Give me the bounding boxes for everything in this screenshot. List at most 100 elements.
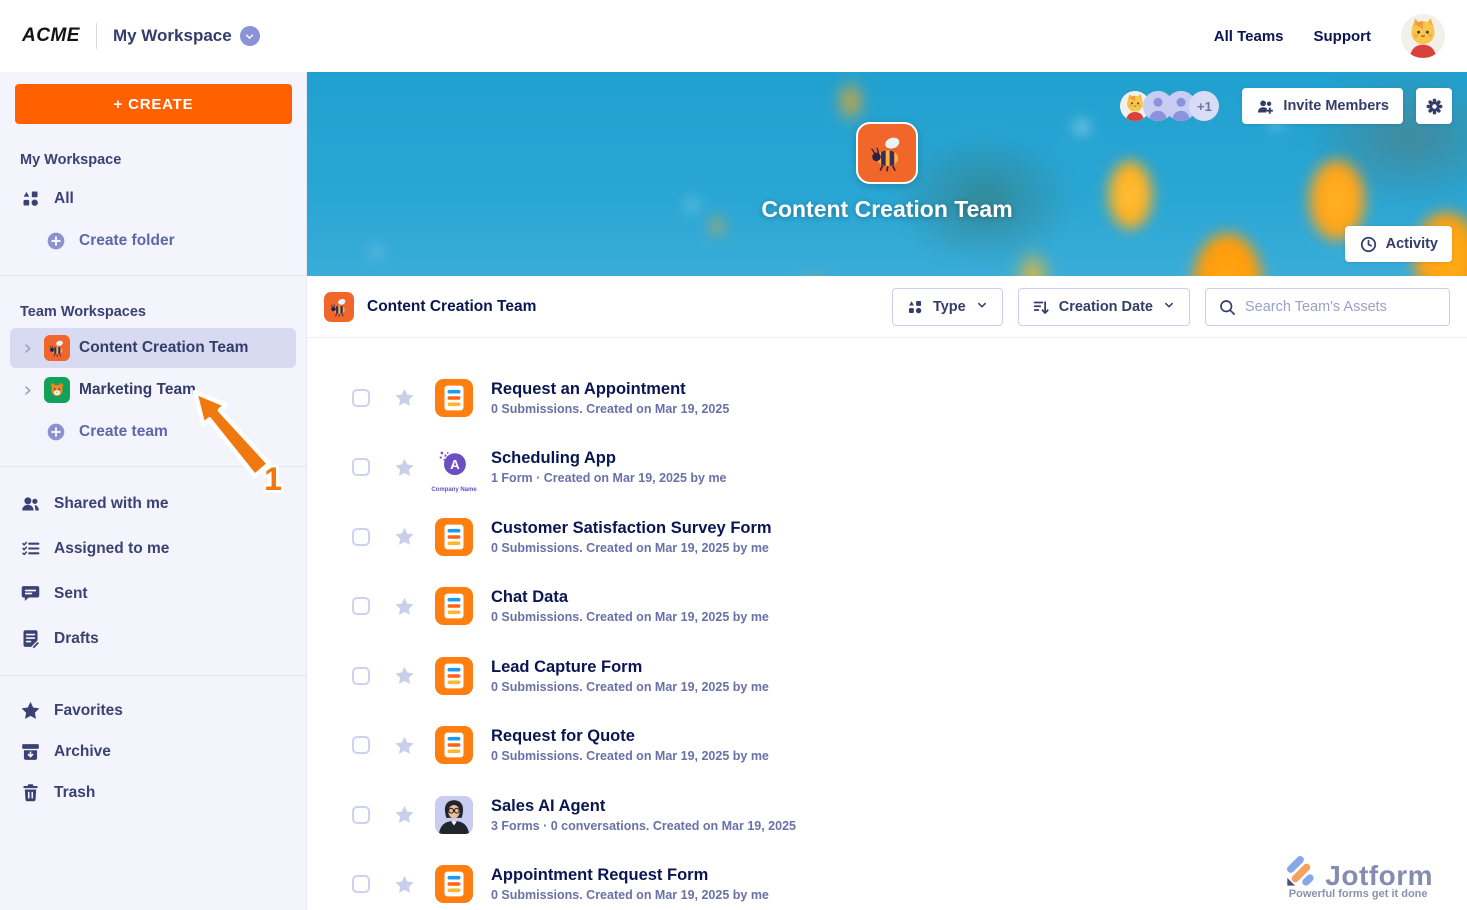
team-label: Content Creation Team xyxy=(79,339,249,356)
asset-title[interactable]: Lead Capture Form xyxy=(491,658,642,676)
sidebar-item-label: All xyxy=(54,189,74,207)
team-settings-button[interactable] xyxy=(1416,88,1452,124)
sidebar-item-trash[interactable]: Trash xyxy=(0,772,306,813)
asset-title[interactable]: Scheduling App xyxy=(491,449,616,467)
assets-list: Request an Appointment 0 Submissions. Cr… xyxy=(307,338,1467,910)
user-avatar[interactable] xyxy=(1401,14,1445,58)
sidebar-item-archive[interactable]: Archive xyxy=(0,731,306,772)
team-breadcrumb[interactable]: Content Creation Team xyxy=(324,291,536,322)
team-title: Content Creation Team xyxy=(761,196,1013,222)
sidebar-item-label: Assigned to me xyxy=(54,539,170,557)
row-checkbox[interactable] xyxy=(352,527,370,546)
asset-subtitle: 1 Form · Created on Mar 19, 2025 by me xyxy=(491,471,727,486)
list-item[interactable]: Chat Data 0 Submissions. Created on Mar … xyxy=(307,572,1467,642)
sidebar-item-all[interactable]: All xyxy=(0,176,306,221)
chevron-right-icon[interactable] xyxy=(20,383,35,398)
create-team-button[interactable]: Create team xyxy=(0,412,306,452)
sidebar-divider xyxy=(0,275,306,276)
archive-box-icon xyxy=(20,741,41,762)
create-folder-button[interactable]: Create folder xyxy=(0,221,306,261)
list-item[interactable]: Company Name Scheduling App 1 Form · Cre… xyxy=(307,433,1467,503)
activity-button[interactable]: Activity xyxy=(1344,226,1452,262)
form-icon xyxy=(435,657,473,695)
create-team-label: Create team xyxy=(79,423,168,440)
bee-team-icon xyxy=(44,335,70,361)
chevron-down-icon xyxy=(1162,298,1176,316)
form-icon xyxy=(435,379,473,417)
sidebar-item-favorites[interactable]: Favorites xyxy=(0,690,306,731)
member-avatars: +1 xyxy=(1120,91,1220,121)
extra-members-badge[interactable]: +1 xyxy=(1189,91,1220,121)
nav-support[interactable]: Support xyxy=(1314,28,1372,45)
asset-title[interactable]: Appointment Request Form xyxy=(491,866,708,884)
sidebar-divider xyxy=(0,675,306,676)
favorite-star-icon[interactable] xyxy=(394,526,415,547)
type-filter-label: Type xyxy=(932,298,966,315)
sidebar-item-assigned-to-me[interactable]: Assigned to me xyxy=(0,526,306,571)
sidebar-item-drafts[interactable]: Drafts xyxy=(0,616,306,661)
star-icon xyxy=(20,700,41,721)
asset-title[interactable]: Sales AI Agent xyxy=(491,797,605,815)
row-checkbox[interactable] xyxy=(352,597,370,616)
search-input[interactable] xyxy=(1245,298,1437,315)
trash-icon xyxy=(20,782,41,803)
people-icon xyxy=(20,493,41,514)
workspace-switcher[interactable]: My Workspace xyxy=(113,26,260,46)
favorite-star-icon[interactable] xyxy=(394,804,415,825)
team-avatar xyxy=(856,122,918,184)
sort-icon xyxy=(1032,298,1050,316)
activity-label: Activity xyxy=(1385,236,1438,252)
asset-title[interactable]: Customer Satisfaction Survey Form xyxy=(491,519,772,537)
workspace-switcher-label: My Workspace xyxy=(112,26,232,45)
assets-toolbar: Content Creation Team Type Creation Date xyxy=(307,276,1467,338)
create-button[interactable]: + CREATE xyxy=(15,84,292,124)
form-icon xyxy=(435,518,473,556)
favorite-star-icon[interactable] xyxy=(394,596,415,617)
bee-icon xyxy=(866,132,908,174)
sort-filter-button[interactable]: Creation Date xyxy=(1017,287,1190,326)
gear-icon xyxy=(1425,97,1444,116)
sidebar-item-label: Shared with me xyxy=(54,494,169,512)
favorite-star-icon[interactable] xyxy=(394,735,415,756)
type-filter-button[interactable]: Type xyxy=(891,287,1003,326)
list-item[interactable]: Request an Appointment 0 Submissions. Cr… xyxy=(307,363,1467,433)
chevron-right-icon[interactable] xyxy=(20,341,35,356)
list-item[interactable]: Lead Capture Form 0 Submissions. Created… xyxy=(307,641,1467,711)
favorite-star-icon[interactable] xyxy=(394,387,415,408)
sidebar-item-label: Drafts xyxy=(54,629,99,647)
row-checkbox[interactable] xyxy=(352,388,370,407)
nav-all-teams[interactable]: All Teams xyxy=(1214,28,1284,45)
row-checkbox[interactable] xyxy=(352,666,370,685)
jotform-logo-icon xyxy=(1283,852,1321,890)
favorite-star-icon[interactable] xyxy=(394,874,415,895)
invite-members-button[interactable]: Invite Members xyxy=(1242,88,1403,124)
asset-title[interactable]: Request for Quote xyxy=(491,727,635,745)
top-bar: ACME My Workspace All Teams Support xyxy=(0,0,1467,72)
app-icon: Company Name xyxy=(431,448,477,493)
grid-icon xyxy=(906,298,924,316)
row-checkbox[interactable] xyxy=(352,458,370,477)
asset-subtitle: 0 Submissions. Created on Mar 19, 2025 xyxy=(491,401,730,416)
sidebar-item-content-creation-team[interactable]: Content Creation Team xyxy=(10,328,296,368)
tiger-team-icon xyxy=(44,377,70,403)
asset-title[interactable]: Request an Appointment xyxy=(491,380,686,398)
asset-subtitle: 0 Submissions. Created on Mar 19, 2025 b… xyxy=(491,679,769,694)
asset-subtitle: 0 Submissions. Created on Mar 19, 2025 b… xyxy=(491,888,769,903)
form-icon xyxy=(435,726,473,764)
asset-title[interactable]: Chat Data xyxy=(491,588,568,606)
favorite-star-icon[interactable] xyxy=(394,665,415,686)
sidebar-item-shared-with-me[interactable]: Shared with me xyxy=(0,481,306,526)
favorite-star-icon[interactable] xyxy=(394,457,415,478)
list-item[interactable]: Sales AI Agent 3 Forms · 0 conversations… xyxy=(307,780,1467,850)
row-checkbox[interactable] xyxy=(352,875,370,894)
list-item[interactable]: Request for Quote 0 Submissions. Created… xyxy=(307,711,1467,781)
sidebar-item-marketing-team[interactable]: Marketing Team xyxy=(10,370,296,410)
list-item[interactable]: Customer Satisfaction Survey Form 0 Subm… xyxy=(307,502,1467,572)
row-checkbox[interactable] xyxy=(352,736,370,755)
sidebar-divider xyxy=(0,466,306,467)
row-checkbox[interactable] xyxy=(352,805,370,824)
asset-subtitle: 0 Submissions. Created on Mar 19, 2025 b… xyxy=(491,610,769,625)
checklist-icon xyxy=(20,538,41,559)
invite-members-label: Invite Members xyxy=(1283,98,1389,114)
sidebar-item-sent[interactable]: Sent xyxy=(0,571,306,616)
